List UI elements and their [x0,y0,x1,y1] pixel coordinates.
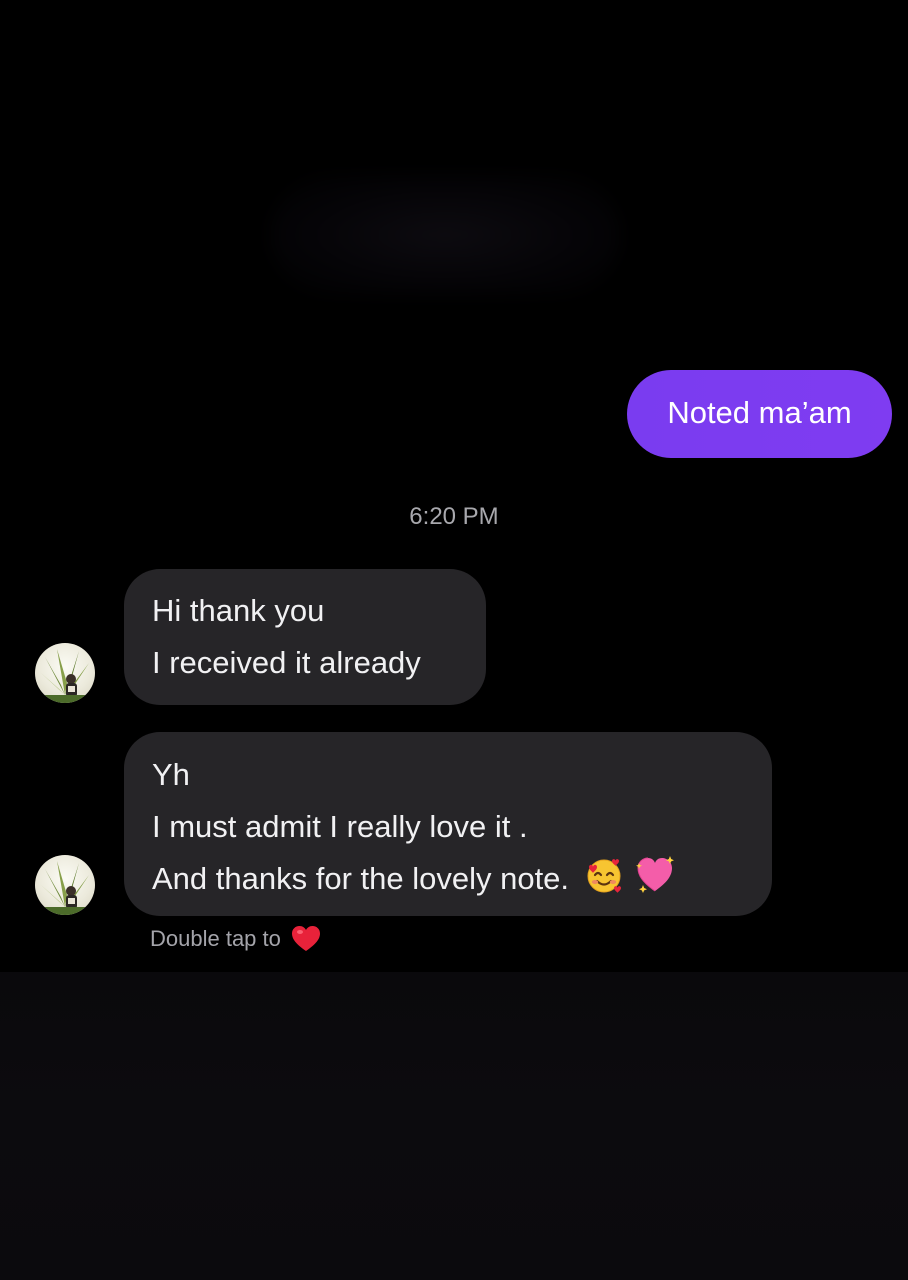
incoming-message-bubble[interactable]: Yh I must admit I really love it . And t… [124,732,772,916]
sender-avatar[interactable] [35,855,95,915]
double-tap-hint: Double tap to [150,925,321,953]
message-line-with-emoji: And thanks for the lovely note. [152,853,744,911]
avatar-image [35,649,95,703]
incoming-message-bubble[interactable]: Hi thank you I received it already [124,569,486,705]
outgoing-message-bubble[interactable]: Noted ma’am [627,370,892,458]
message-line: I received it already [152,645,421,680]
message-line: Hi thank you [152,593,325,628]
message-line: Yh [152,757,190,792]
chat-screen: Noted ma’am 6:20 PM Hi thank you I recei… [0,0,908,1280]
red-heart-icon [291,925,321,953]
message-line: And thanks for the lovely note. [152,861,570,896]
avatar-image [35,861,95,915]
outgoing-message-text: Noted ma’am [667,395,852,430]
sparkling-heart-icon [634,855,676,911]
blurred-top-area [270,175,620,295]
smiling-face-with-hearts-icon [584,855,624,911]
message-timestamp: 6:20 PM [409,503,499,530]
message-line: I must admit I really love it . [152,809,528,844]
bottom-blurred-area [0,972,908,1280]
double-tap-label: Double tap to [150,926,281,951]
sender-avatar[interactable] [35,643,95,703]
